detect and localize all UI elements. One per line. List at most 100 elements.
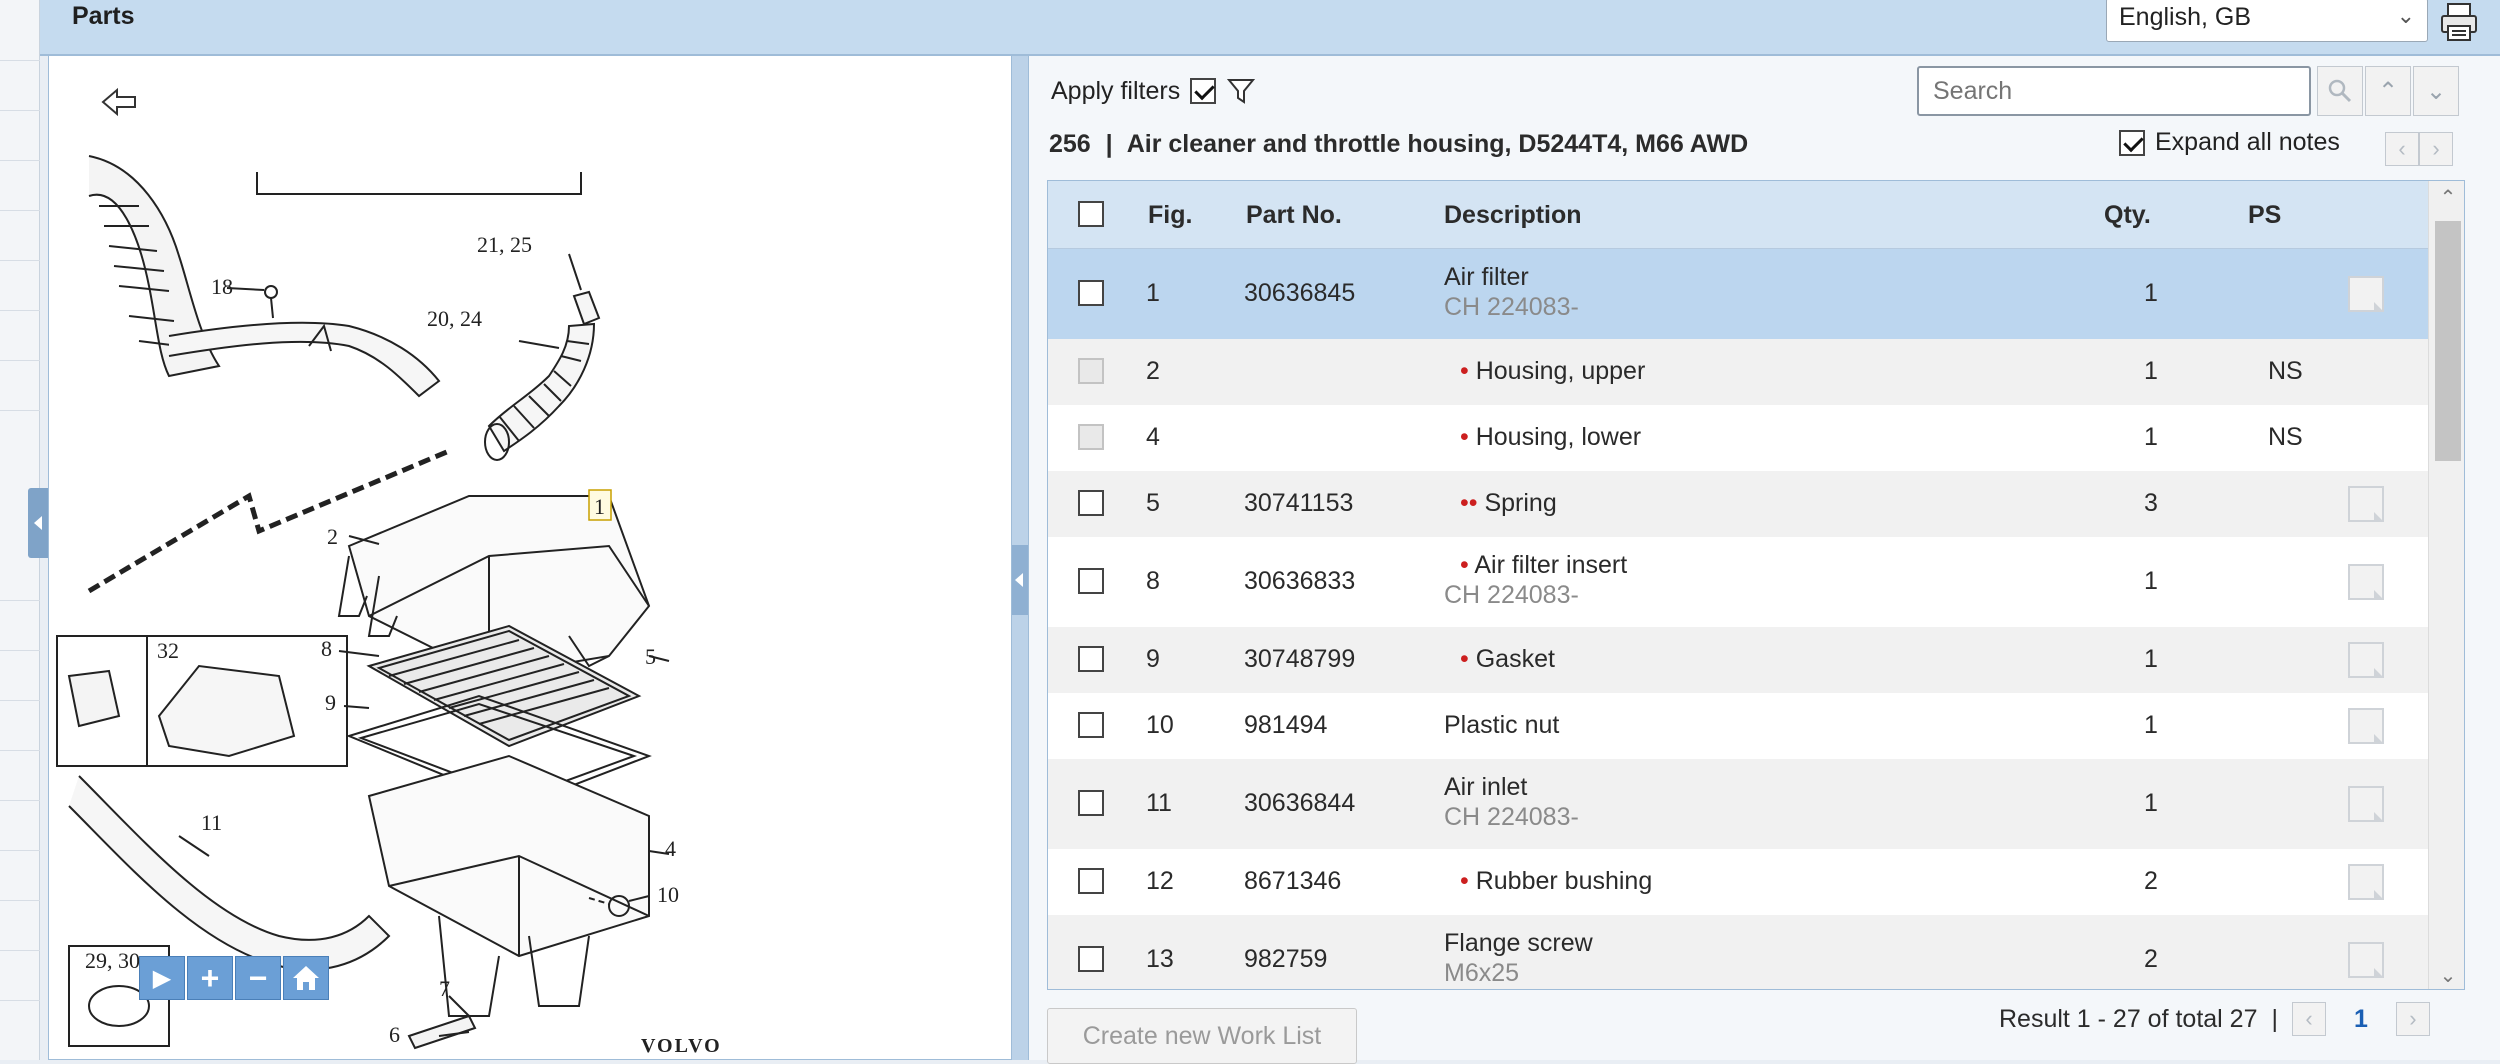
row-checkbox[interactable] xyxy=(1078,280,1104,306)
collapse-diagram-handle[interactable] xyxy=(1012,545,1028,615)
description-cell: • Housing, lower xyxy=(1460,423,1641,452)
table-row[interactable]: 4 • Housing, lower 1 NS xyxy=(1048,405,2428,471)
exploded-diagram: 18 21, 25 20, 24 1 2 8 9 5 32 11 4 10 29… xyxy=(56,155,722,1057)
apply-filters-toggle[interactable]: Apply filters xyxy=(1051,76,1256,106)
note-icon[interactable] xyxy=(2348,942,2384,978)
note-icon[interactable] xyxy=(2348,708,2384,744)
expand-all-notes-checkbox[interactable] xyxy=(2119,129,2145,156)
column-qty[interactable]: Qty. xyxy=(2104,201,2151,230)
row-checkbox[interactable] xyxy=(1078,646,1104,672)
description-cell: •• Spring xyxy=(1460,489,1557,518)
callout-4: 4 xyxy=(665,836,676,861)
part-number-cell: 8671346 xyxy=(1244,867,1342,895)
language-select[interactable]: English, GB ⌄ xyxy=(2106,0,2428,42)
part-number-cell: 30741153 xyxy=(1244,489,1354,517)
qty-cell: 2 xyxy=(2144,867,2158,895)
prev-page-icon[interactable]: ‹ xyxy=(2291,1002,2326,1036)
description-subtext: M6x25 xyxy=(1444,959,1520,987)
fig-cell: 2 xyxy=(1146,357,1160,385)
home-icon[interactable] xyxy=(283,956,329,1000)
callout-7: 7 xyxy=(439,976,450,1001)
note-icon[interactable] xyxy=(2348,564,2384,600)
zoom-out-icon[interactable]: − xyxy=(235,956,281,1000)
row-checkbox[interactable] xyxy=(1078,490,1104,516)
table-row[interactable]: 12 8671346 • Rubber bushing 2 xyxy=(1048,849,2428,915)
ps-cell: NS xyxy=(2268,423,2303,451)
callout-6: 6 xyxy=(389,1022,400,1047)
description-text: Gasket xyxy=(1475,645,1555,673)
scrollbar-thumb[interactable] xyxy=(2435,221,2461,461)
row-checkbox xyxy=(1078,358,1104,384)
callout-9: 9 xyxy=(325,690,336,715)
note-icon[interactable] xyxy=(2348,786,2384,822)
scroll-up-icon[interactable]: ⌃ xyxy=(2429,181,2464,213)
parts-list-panel: Apply filters ⌃ ⌄ 256 | Air cleaner and … xyxy=(1028,56,2500,1064)
fig-cell: 13 xyxy=(1146,945,1174,973)
fig-cell: 10 xyxy=(1146,711,1174,739)
search-icon[interactable] xyxy=(2317,66,2363,116)
description-cell: Plastic nut xyxy=(1444,711,1559,740)
parts-table: Fig. Part No. Description Qty. PS 1 30636… xyxy=(1047,180,2465,990)
select-all-checkbox[interactable] xyxy=(1078,201,1104,227)
next-section-icon[interactable]: › xyxy=(2419,132,2453,166)
exploded-diagram-panel[interactable]: 18 21, 25 20, 24 1 2 8 9 5 32 11 4 10 29… xyxy=(48,56,1012,1060)
qty-cell: 1 xyxy=(2144,711,2158,739)
fig-cell: 12 xyxy=(1146,867,1174,895)
part-number-cell: 30636845 xyxy=(1244,279,1356,307)
callout-5: 5 xyxy=(645,644,656,669)
expand-all-notes-label: Expand all notes xyxy=(2155,128,2340,156)
table-scrollbar[interactable]: ⌃ ⌄ xyxy=(2428,181,2464,989)
current-page[interactable]: 1 xyxy=(2340,1005,2382,1034)
column-part-no[interactable]: Part No. xyxy=(1246,201,1342,230)
table-header: Fig. Part No. Description Qty. PS xyxy=(1048,181,2428,249)
apply-filters-checkbox[interactable] xyxy=(1190,78,1217,104)
row-checkbox[interactable] xyxy=(1078,790,1104,816)
create-worklist-button[interactable]: Create new Work List xyxy=(1047,1008,1357,1064)
row-checkbox[interactable] xyxy=(1078,712,1104,738)
qty-cell: 1 xyxy=(2144,357,2158,385)
table-row[interactable]: 10 981494 Plastic nut 1 xyxy=(1048,693,2428,759)
note-icon[interactable] xyxy=(2348,276,2384,312)
table-row[interactable]: 11 30636844 Air inlet CH 224083- 1 xyxy=(1048,759,2428,849)
table-row[interactable]: 8 30636833 • Air filter insert CH 224083- 1 xyxy=(1048,537,2428,627)
expand-all-notes-toggle[interactable]: Expand all notes xyxy=(2119,128,2340,157)
prev-section-icon[interactable]: ‹ xyxy=(2385,132,2419,166)
play-icon[interactable]: ▶ xyxy=(139,956,185,1000)
chevron-down-icon[interactable]: ⌄ xyxy=(2413,66,2459,116)
description-text: Housing, lower xyxy=(1475,423,1642,451)
next-page-icon[interactable]: › xyxy=(2395,1002,2430,1036)
row-checkbox[interactable] xyxy=(1078,568,1104,594)
row-checkbox[interactable] xyxy=(1078,868,1104,894)
table-row[interactable]: 1 30636845 Air filter CH 224083- 1 xyxy=(1048,249,2428,339)
note-icon[interactable] xyxy=(2348,486,2384,522)
scroll-down-icon[interactable]: ⌄ xyxy=(2429,959,2464,989)
callout-20-24: 20, 24 xyxy=(427,306,482,331)
zoom-in-icon[interactable]: + xyxy=(187,956,233,1000)
table-row[interactable]: 13 982759 Flange screw M6x25 2 xyxy=(1048,915,2428,989)
callout-11: 11 xyxy=(201,810,222,835)
callout-18: 18 xyxy=(211,274,233,299)
description-text: Air inlet xyxy=(1444,773,1528,801)
part-number-cell: 30636844 xyxy=(1244,789,1356,817)
column-fig[interactable]: Fig. xyxy=(1148,201,1192,230)
fig-cell: 11 xyxy=(1146,789,1172,817)
diagram-zoom-controls: ▶ + − xyxy=(139,956,329,1000)
search-input[interactable] xyxy=(1917,66,2311,116)
printer-icon[interactable] xyxy=(2434,0,2484,44)
column-description[interactable]: Description xyxy=(1444,201,1582,230)
filter-icon[interactable] xyxy=(1226,76,1256,106)
chevron-up-icon[interactable]: ⌃ xyxy=(2365,66,2411,116)
fig-cell: 8 xyxy=(1146,567,1160,595)
indent-marker: • xyxy=(1460,357,1469,385)
ps-cell: NS xyxy=(2268,357,2303,385)
chevron-down-icon: ⌄ xyxy=(2396,3,2415,28)
table-row[interactable]: 2 • Housing, upper 1 NS xyxy=(1048,339,2428,405)
description-subtext: CH 224083- xyxy=(1444,803,1579,831)
volvo-brand-mark: VOLVO xyxy=(641,1035,722,1057)
note-icon[interactable] xyxy=(2348,864,2384,900)
table-row[interactable]: 9 30748799 • Gasket 1 xyxy=(1048,627,2428,693)
note-icon[interactable] xyxy=(2348,642,2384,678)
row-checkbox[interactable] xyxy=(1078,946,1104,972)
table-row[interactable]: 5 30741153 •• Spring 3 xyxy=(1048,471,2428,537)
column-ps[interactable]: PS xyxy=(2248,201,2281,230)
